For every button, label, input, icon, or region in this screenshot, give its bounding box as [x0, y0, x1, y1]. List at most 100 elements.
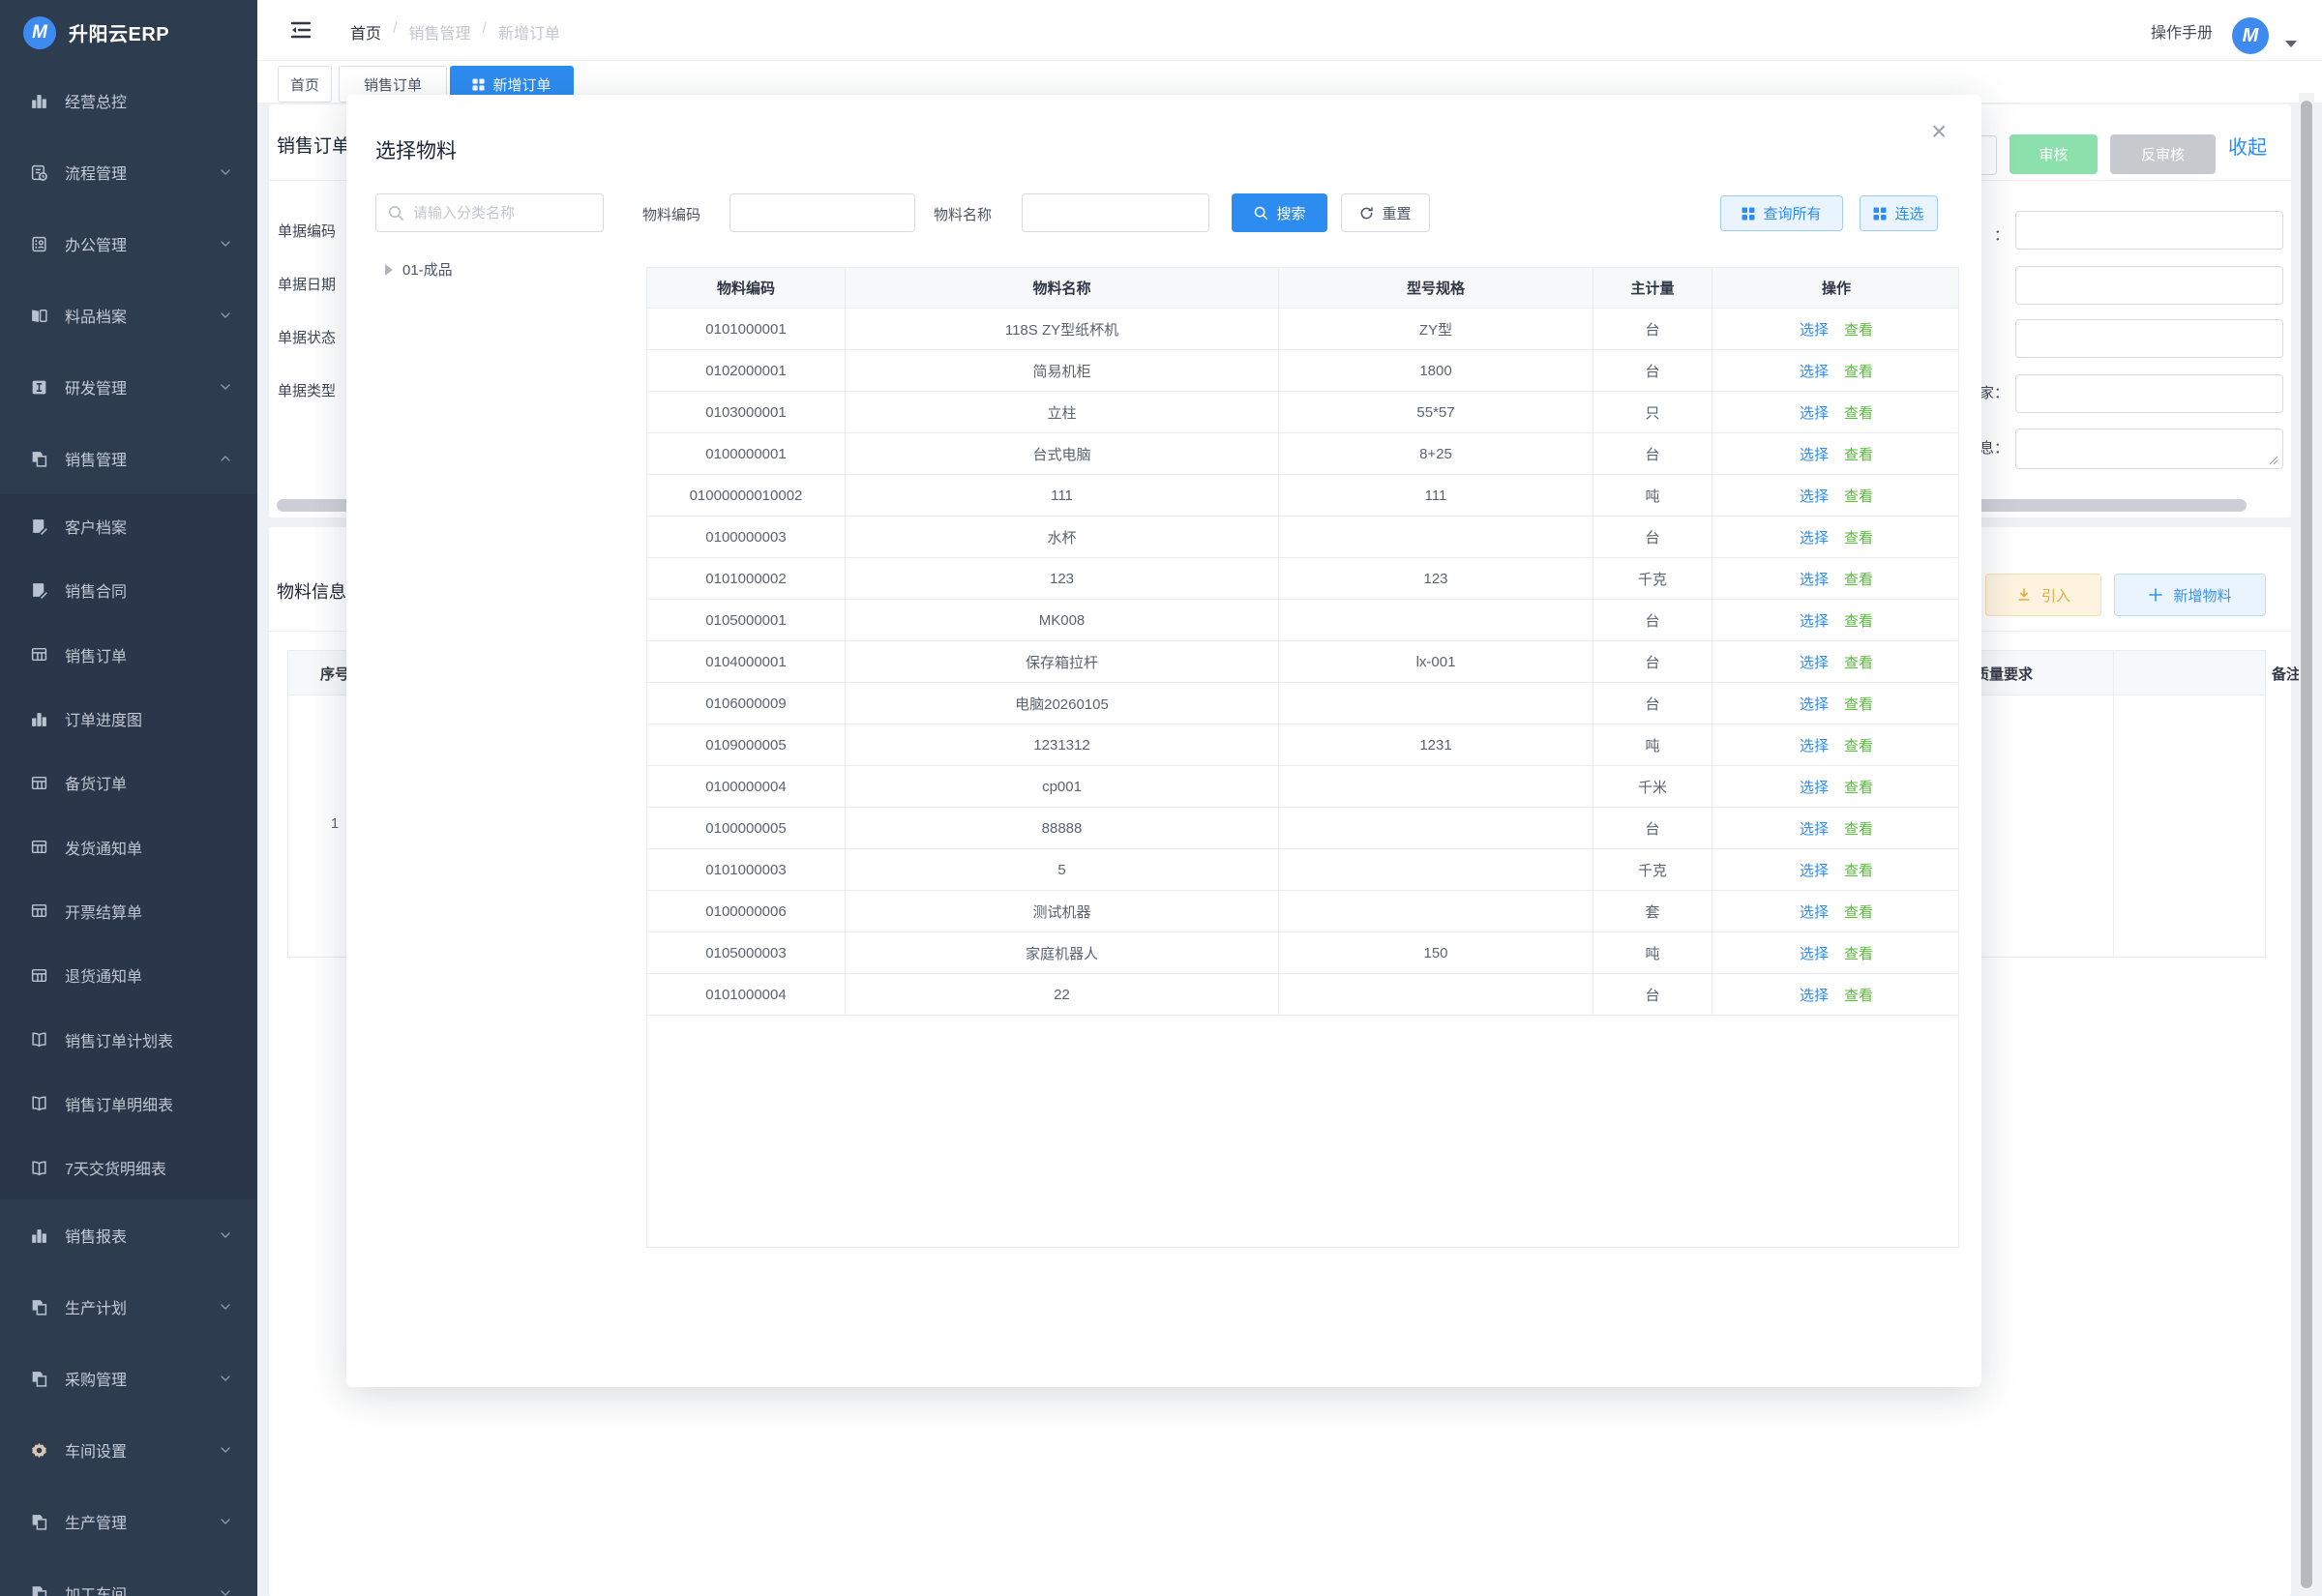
view-link[interactable]: 查看 [1844, 402, 1873, 423]
breadcrumb: 首页/销售管理/新增订单 [350, 20, 560, 44]
right-form-input-1[interactable] [2015, 266, 2283, 305]
view-link[interactable]: 查看 [1844, 985, 1873, 1005]
view-link[interactable]: 查看 [1844, 735, 1873, 755]
avatar[interactable]: M [2232, 17, 2269, 54]
view-link[interactable]: 查看 [1844, 486, 1873, 506]
sidebar-item-15[interactable]: 销售订单明细表 [0, 1072, 257, 1136]
sidebar-item-12[interactable]: 开票结算单 [0, 879, 257, 943]
sidebar-item-0[interactable]: 经营总控 [0, 65, 257, 136]
sidebar-item-1[interactable]: 流程管理 [0, 136, 257, 208]
sidebar-item-20[interactable]: 车间设置 [0, 1414, 257, 1486]
select-link[interactable]: 选择 [1800, 652, 1829, 672]
sidebar-item-19[interactable]: 采购管理 [0, 1343, 257, 1414]
resize-grip-icon[interactable] [2267, 454, 2278, 465]
close-icon[interactable]: × [1931, 118, 1947, 145]
add-material-button[interactable]: 新增物料 [2114, 574, 2266, 616]
material-code-input[interactable] [729, 193, 915, 232]
sidebar-item-13[interactable]: 退货通知单 [0, 943, 257, 1007]
sidebar-item-label: 备货订单 [65, 771, 232, 794]
right-form-input-0[interactable] [2015, 211, 2283, 250]
view-link[interactable]: 查看 [1844, 569, 1873, 589]
sidebar-item-2[interactable]: 办公管理 [0, 208, 257, 280]
sidebar-item-16[interactable]: 7天交货明细表 [0, 1136, 257, 1199]
select-link[interactable]: 选择 [1800, 818, 1829, 839]
select-link[interactable]: 选择 [1800, 444, 1829, 464]
cell-code: 0100000003 [647, 517, 846, 557]
sidebar-item-9[interactable]: 订单进度图 [0, 687, 257, 751]
search-button[interactable]: 搜索 [1232, 193, 1327, 232]
select-link[interactable]: 选择 [1800, 361, 1829, 381]
view-link[interactable]: 查看 [1844, 361, 1873, 381]
sidebar-item-18[interactable]: 生产计划 [0, 1271, 257, 1343]
view-link[interactable]: 查看 [1844, 444, 1873, 464]
sidebar-item-22[interactable]: 加工车间 [0, 1557, 257, 1596]
cell-code: 0106000009 [647, 683, 846, 724]
cell-unit: 台 [1593, 433, 1712, 474]
modal-title: 选择物料 [375, 135, 457, 164]
import-button[interactable]: 引入 [1985, 574, 2101, 616]
view-link[interactable]: 查看 [1844, 610, 1873, 631]
collapse-link[interactable]: 收起 [2228, 132, 2267, 160]
cell-operations: 选择查看 [1712, 600, 1960, 640]
right-form-input-3[interactable] [2015, 374, 2283, 413]
sidebar-item-3[interactable]: 料品档案 [0, 280, 257, 351]
sidebar-item-8[interactable]: 销售订单 [0, 623, 257, 687]
select-link[interactable]: 选择 [1800, 901, 1829, 922]
select-link[interactable]: 选择 [1800, 943, 1829, 963]
view-link[interactable]: 查看 [1844, 777, 1873, 797]
vertical-scrollbar-track[interactable] [2299, 93, 2314, 1596]
right-form-input-2[interactable] [2015, 319, 2283, 358]
select-link[interactable]: 选择 [1800, 694, 1829, 714]
table-row: 0101000002123123千克选择查看 [647, 558, 1958, 600]
sidebar-collapse-icon[interactable] [287, 16, 314, 44]
audit-button[interactable]: 审核 [2009, 134, 2098, 174]
sidebar-item-21[interactable]: 生产管理 [0, 1486, 257, 1557]
manual-link[interactable]: 操作手册 [2151, 19, 2213, 43]
view-link[interactable]: 查看 [1844, 319, 1873, 340]
view-link[interactable]: 查看 [1844, 694, 1873, 714]
tree-caret-icon[interactable] [385, 264, 393, 276]
avatar-caret-icon[interactable] [2285, 41, 2297, 47]
view-link[interactable]: 查看 [1844, 818, 1873, 839]
sidebar-item-5[interactable]: 销售管理 [0, 423, 257, 494]
sidebar-item-label: 办公管理 [65, 232, 219, 255]
select-link[interactable]: 选择 [1800, 610, 1829, 631]
select-link[interactable]: 选择 [1800, 402, 1829, 423]
breadcrumb-item-0[interactable]: 首页 [350, 20, 381, 44]
select-link[interactable]: 选择 [1800, 319, 1829, 340]
view-link[interactable]: 查看 [1844, 652, 1873, 672]
reset-button[interactable]: 重置 [1341, 193, 1430, 232]
sidebar-item-6[interactable]: 客户档案 [0, 494, 257, 558]
sidebar-item-4[interactable]: 研发管理 [0, 351, 257, 423]
cell-name: 111 [846, 475, 1279, 516]
app-title: 升阳云ERP [69, 18, 169, 46]
remark-textarea[interactable] [2015, 429, 2283, 469]
view-link[interactable]: 查看 [1844, 943, 1873, 963]
select-link[interactable]: 选择 [1800, 527, 1829, 547]
select-link[interactable]: 选择 [1800, 860, 1829, 880]
material-name-input[interactable] [1022, 193, 1209, 232]
cell-spec [1279, 517, 1593, 557]
sidebar-item-10[interactable]: 备货订单 [0, 751, 257, 814]
select-link[interactable]: 选择 [1800, 735, 1829, 755]
unaudit-button[interactable]: 反审核 [2110, 134, 2216, 174]
table-row: 0105000001MK008台选择查看 [647, 600, 1958, 641]
query-all-button[interactable]: 查询所有 [1720, 195, 1843, 231]
view-link[interactable]: 查看 [1844, 860, 1873, 880]
multi-select-button[interactable]: 连选 [1860, 195, 1938, 231]
sidebar-item-14[interactable]: 销售订单计划表 [0, 1007, 257, 1071]
select-link[interactable]: 选择 [1800, 486, 1829, 506]
breadcrumb-separator: / [482, 20, 486, 44]
view-link[interactable]: 查看 [1844, 527, 1873, 547]
category-tree-item[interactable]: 01-成品 [385, 259, 453, 280]
select-link[interactable]: 选择 [1800, 777, 1829, 797]
sidebar-item-17[interactable]: 销售报表 [0, 1199, 257, 1271]
sidebar-item-11[interactable]: 发货通知单 [0, 814, 257, 878]
sidebar-item-7[interactable]: 销售合同 [0, 558, 257, 622]
select-link[interactable]: 选择 [1800, 985, 1829, 1005]
view-link[interactable]: 查看 [1844, 901, 1873, 922]
category-search-input[interactable] [375, 193, 604, 232]
select-link[interactable]: 选择 [1800, 569, 1829, 589]
page-tab-0[interactable]: 首页 [278, 66, 332, 103]
vertical-scrollbar-thumb[interactable] [2301, 101, 2312, 1588]
